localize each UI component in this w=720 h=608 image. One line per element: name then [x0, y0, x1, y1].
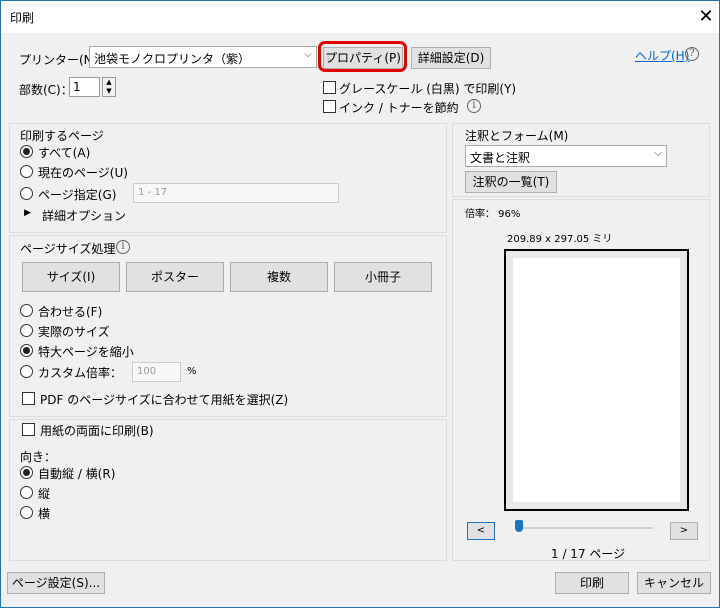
- grayscale-label: グレースケール (白黒) で印刷(Y): [339, 82, 517, 96]
- sizing-heading: ページサイズ処理: [20, 242, 116, 256]
- orientation-heading: 向き：: [20, 450, 57, 464]
- duplex-checkbox[interactable]: [22, 423, 35, 436]
- pages-heading: 印刷するページ: [20, 129, 104, 143]
- orientation-panel: 用紙の両面に印刷(B) 向き： 自動縦 / 横(R) 縦 横: [9, 419, 447, 561]
- page-preview: [504, 249, 689, 511]
- title-bar: 印刷 ✕: [1, 1, 719, 33]
- radio-actual-label: 実際のサイズ: [38, 325, 110, 339]
- expand-arrow-icon[interactable]: ▶: [24, 208, 31, 218]
- radio-landscape-label: 横: [38, 507, 51, 521]
- page-slider-track[interactable]: [517, 527, 653, 529]
- radio-auto-orientation[interactable]: [20, 466, 33, 479]
- copies-value: 1: [73, 80, 81, 94]
- size-button[interactable]: サイズ(I): [22, 262, 120, 292]
- radio-current-label: 現在のページ(U): [38, 166, 128, 180]
- help-icon[interactable]: ?: [685, 47, 699, 61]
- percent-label: %: [187, 366, 197, 377]
- preview-scale: 倍率： 96%: [465, 209, 521, 220]
- radio-actual-size[interactable]: [20, 324, 33, 337]
- radio-current-page[interactable]: [20, 165, 33, 178]
- page-slider-thumb[interactable]: [515, 520, 523, 532]
- choose-paper-label: PDF のページサイズに合わせて用紙を選択(Z): [40, 393, 289, 407]
- poster-button[interactable]: ポスター: [126, 262, 224, 292]
- radio-all[interactable]: [20, 145, 33, 158]
- radio-shrink[interactable]: [20, 344, 33, 357]
- comments-summary-button[interactable]: 注釈の一覧(T): [465, 171, 557, 193]
- radio-portrait[interactable]: [20, 486, 33, 499]
- page-indicator: 1 / 17 ページ: [551, 547, 626, 561]
- printer-select[interactable]: 池袋モノクロプリンタ（紫） ⌵: [89, 46, 317, 68]
- highlight-box: [318, 41, 407, 72]
- radio-custom-scale[interactable]: [20, 365, 33, 378]
- booklet-button[interactable]: 小冊子: [334, 262, 432, 292]
- choose-paper-checkbox[interactable]: [22, 392, 35, 405]
- dialog-title: 印刷: [10, 11, 35, 25]
- save-ink-label: インク / トナーを節約: [339, 101, 459, 115]
- comments-heading: 注釈とフォーム(M): [465, 129, 569, 143]
- page-range-input[interactable]: 1 - 17: [133, 183, 339, 203]
- page-range-placeholder: 1 - 17: [138, 187, 168, 198]
- print-button[interactable]: 印刷: [555, 572, 629, 594]
- grayscale-checkbox[interactable]: [323, 81, 336, 94]
- radio-page-range[interactable]: [20, 187, 33, 200]
- printer-select-value: 池袋モノクロプリンタ（紫）: [94, 52, 251, 66]
- prev-page-button[interactable]: <: [467, 522, 495, 540]
- copies-label: 部数(C)：: [19, 83, 73, 97]
- multiple-button[interactable]: 複数: [230, 262, 328, 292]
- comments-panel: 注釈とフォーム(M) 文書と注釈 ⌵ 注釈の一覧(T): [452, 123, 710, 197]
- next-page-button[interactable]: >: [670, 522, 698, 540]
- radio-custom-label: カスタム倍率：: [38, 366, 123, 380]
- chevron-down-icon: ⌵: [654, 148, 662, 159]
- info-icon[interactable]: i: [116, 240, 130, 254]
- duplex-label: 用紙の両面に印刷(B): [40, 424, 154, 438]
- preview-panel: 倍率： 96% 209.89 x 297.05 ミリ < > 1 / 17 ペー…: [452, 199, 710, 561]
- radio-fit[interactable]: [20, 304, 33, 317]
- chevron-down-icon: ⌵: [304, 49, 312, 60]
- radio-auto-label: 自動縦 / 横(R): [38, 467, 116, 481]
- comments-select-value: 文書と注釈: [470, 151, 531, 165]
- radio-fit-label: 合わせる(F): [38, 305, 103, 319]
- pages-panel: 印刷するページ すべて(A) 現在のページ(U) ページ指定(G) 1 - 17…: [9, 123, 447, 233]
- comments-select[interactable]: 文書と注釈 ⌵: [465, 145, 667, 167]
- preview-dimensions: 209.89 x 297.05 ミリ: [507, 234, 613, 245]
- advanced-button[interactable]: 詳細設定(D): [411, 47, 491, 69]
- radio-all-label: すべて(A): [38, 146, 91, 160]
- sizing-panel: ページサイズ処理 i サイズ(I) ポスター 複数 小冊子 合わせる(F) 実際…: [9, 235, 447, 417]
- more-options-link[interactable]: 詳細オプション: [42, 207, 126, 224]
- page-setup-button[interactable]: ページ設定(S)...: [7, 572, 105, 594]
- custom-scale-value: 100: [137, 366, 157, 377]
- save-ink-checkbox[interactable]: [323, 100, 336, 113]
- radio-shrink-label: 特大ページを縮小: [38, 345, 134, 359]
- help-link[interactable]: ヘルプ(H): [635, 47, 689, 64]
- copies-input[interactable]: 1: [69, 77, 100, 97]
- close-icon[interactable]: ✕: [693, 3, 719, 31]
- print-dialog: 印刷 ✕ プリンター(N)： 池袋モノクロプリンタ（紫） ⌵ プロパティ(P) …: [0, 0, 720, 608]
- cancel-button[interactable]: キャンセル: [637, 572, 711, 594]
- info-icon[interactable]: i: [467, 99, 481, 113]
- copies-spinner[interactable]: ▲ ▼: [102, 77, 116, 97]
- radio-range-label: ページ指定(G): [38, 188, 117, 202]
- radio-portrait-label: 縦: [38, 487, 51, 501]
- custom-scale-input[interactable]: 100: [132, 362, 181, 382]
- radio-landscape[interactable]: [20, 506, 33, 519]
- preview-page-sheet: [513, 258, 680, 502]
